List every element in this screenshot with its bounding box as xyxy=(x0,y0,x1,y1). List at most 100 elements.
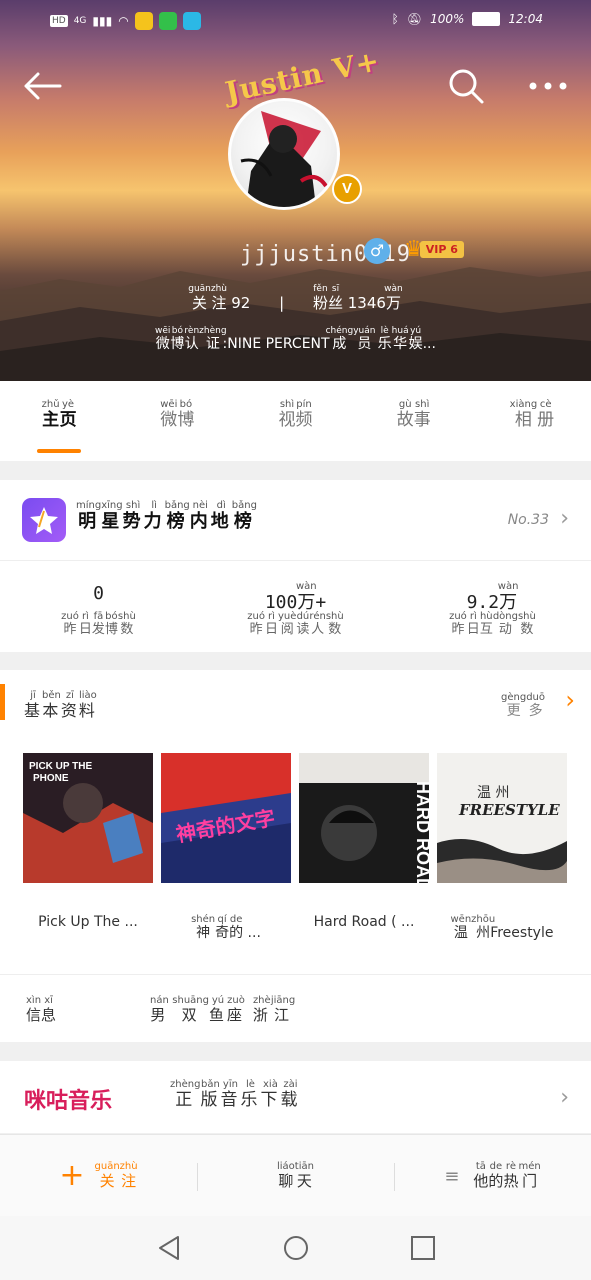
album-cover[interactable]: HARD ROAD xyxy=(299,753,429,883)
info-value: 男nán 双shuāng鱼yú座zuò 浙zhè江jiāng xyxy=(150,995,296,1024)
vip-badge[interactable]: ♛ VIP 6 xyxy=(404,237,464,262)
tab-weibo[interactable]: 微wēi博bó xyxy=(118,381,236,461)
nav-back-icon[interactable] xyxy=(156,1234,182,1262)
svg-text:FREESTYLE: FREESTYLE xyxy=(458,801,560,819)
tab-video[interactable]: 视shì频pín xyxy=(236,381,354,461)
chat-label: 聊liáo天tiān xyxy=(277,1161,314,1190)
verified-info: 微wēi博bó认rèn证zhèng:NINE PERCENT成chéng员yuá… xyxy=(155,326,436,352)
album-cover-image: HARD ROAD xyxy=(299,753,429,883)
ranking-title: 明míng星xīng势shì力lì榜bǎng内nèi地dì榜bǎng xyxy=(76,500,257,532)
follow-stats: 关guān注zhù 92 | 粉fěn丝sī 1346万wàn xyxy=(0,284,591,313)
interactions-count: 9.2万wàn 昨zuó日rì互hù动dòng数shù xyxy=(394,561,591,653)
album-cover-image: 神奇的文字 xyxy=(161,753,291,883)
migu-music-row[interactable]: 咪咕音乐 正zhèng版bǎn音yīn乐lè下xià载zài › xyxy=(0,1061,591,1133)
music-card: 咪咕音乐 正zhèng版bǎn音yīn乐lè下xià载zài › xyxy=(0,1061,591,1133)
status-bar: HD 4G ▮▮▮ ◠ ᛒ 🔕︎ 100% 12:04 xyxy=(0,0,591,44)
chevron-right-icon: › xyxy=(560,506,569,531)
tab-story[interactable]: 故gù事shì xyxy=(355,381,473,461)
male-gender-icon: ♂ xyxy=(364,238,390,264)
bluetooth-icon: ᛒ xyxy=(391,12,399,26)
vip-label: VIP 6 xyxy=(419,240,464,258)
following-count: 92 xyxy=(231,294,251,312)
album-cover[interactable]: 温 州 FREESTYLE xyxy=(437,753,567,883)
migu-music-logo: 咪咕音乐 xyxy=(24,1088,113,1113)
signal-icon: ▮▮▮ xyxy=(92,14,113,28)
interactions-value: 9.2万wàn xyxy=(466,581,519,613)
album-title[interactable]: Pick Up The ... xyxy=(19,914,157,930)
basic-info-title: 基jī本běn资zī料liào xyxy=(24,690,97,720)
album-cover-image: 温 州 FREESTYLE xyxy=(437,753,567,883)
profile-card: 基jī本běn资zī料liào 更gèng多duō › PICK UP THE … xyxy=(0,670,591,1042)
ranking-card: 明míng星xīng势shì力lì榜bǎng内nèi地dì榜bǎng No.33… xyxy=(0,480,591,652)
reads-value: 100万wàn+ xyxy=(264,581,327,613)
battery-icon xyxy=(472,12,501,26)
mute-icon: 🔕︎ xyxy=(406,12,423,26)
ranking-number: No.33 xyxy=(507,512,549,528)
music-albums: PICK UP THE PHONE 神奇的文字 HARD ROAD xyxy=(0,738,591,974)
ranking-row[interactable]: 明míng星xīng势shì力lì榜bǎng内nèi地dì榜bǎng No.33… xyxy=(0,480,591,561)
more-dots-icon xyxy=(529,82,567,90)
album-title[interactable]: Hard Road ( ... xyxy=(295,914,433,930)
album-title[interactable]: 神shén奇qí的de ... xyxy=(157,914,295,942)
basic-info-header[interactable]: 基jī本běn资zī料liào 更gèng多duō › xyxy=(0,670,591,738)
tab-home[interactable]: 主zhǔ页yè xyxy=(0,381,118,461)
avatar-image xyxy=(240,111,328,207)
profile-header: HD 4G ▮▮▮ ◠ ᛒ 🔕︎ 100% 12:04 Justin V+ V … xyxy=(0,0,591,381)
nav-home-icon[interactable] xyxy=(282,1234,310,1262)
album-cover[interactable]: PICK UP THE PHONE xyxy=(23,753,153,883)
profile-tabs: 主zhǔ页yè 微wēi博bó 视shì频pín 故gù事shì 相xiàng册… xyxy=(0,381,591,461)
search-icon xyxy=(449,69,484,104)
search-button[interactable] xyxy=(442,62,490,110)
svg-text:PICK UP THE: PICK UP THE xyxy=(29,761,92,772)
system-nav-bar xyxy=(0,1216,591,1280)
stats-divider: | xyxy=(279,294,285,312)
following-stat[interactable]: 关guān注zhù 92 xyxy=(188,284,251,312)
back-button[interactable] xyxy=(18,62,66,110)
album-title[interactable]: 温wēn州zhōuFreestyle xyxy=(433,914,571,942)
section-accent-bar xyxy=(0,684,5,720)
posts-count: 0 昨zuó日rì发fā博bó数shù xyxy=(0,561,197,653)
info-row: 信xìn息xī 男nán 双shuāng鱼yú座zuò 浙zhè江jiāng xyxy=(0,974,591,1039)
chevron-right-icon: › xyxy=(560,1085,569,1110)
music-title: 正zhèng版bǎn音yīn乐lè下xià载zài xyxy=(170,1079,301,1110)
hot-posts-label: 他tā的de热rè门mén xyxy=(473,1161,541,1190)
info-key: 信xìn息xī xyxy=(26,995,57,1024)
star-rank-icon xyxy=(22,498,66,542)
app-icon-iqiyi xyxy=(158,12,177,30)
posts-label: 昨zuó日rì发fā博bó数shù xyxy=(61,611,136,637)
tab-album[interactable]: 相xiàng册cè xyxy=(473,381,591,461)
network-indicator: 4G xyxy=(73,16,87,26)
chat-button[interactable]: 聊liáo天tiān xyxy=(197,1135,394,1217)
svg-text:温 州: 温 州 xyxy=(477,785,509,801)
plus-icon: + xyxy=(59,1158,85,1193)
posts-value: 0 xyxy=(93,583,104,604)
back-arrow-icon xyxy=(24,72,62,100)
wifi-icon: ◠ xyxy=(118,14,129,28)
verified-v-badge: V xyxy=(332,174,362,204)
battery-percent: 100% xyxy=(430,12,465,26)
menu-icon: ≡ xyxy=(444,1165,460,1187)
bottom-action-bar: + 关guān注zhù 聊liáo天tiān ≡ 他tā的de热rè门mén xyxy=(0,1134,591,1217)
hot-posts-button[interactable]: ≡ 他tā的de热rè门mén xyxy=(394,1135,591,1217)
follow-button[interactable]: + 关guān注zhù xyxy=(0,1135,197,1217)
clock: 12:04 xyxy=(508,12,543,26)
chevron-right-icon[interactable]: › xyxy=(565,686,575,714)
svg-text:HARD ROAD: HARD ROAD xyxy=(413,781,429,883)
avatar-wrapper[interactable]: V xyxy=(228,98,362,210)
app-icon-yellow xyxy=(134,12,153,30)
album-cover-image: PICK UP THE PHONE xyxy=(23,753,153,883)
nav-recents-icon[interactable] xyxy=(410,1235,436,1261)
avatar[interactable] xyxy=(228,98,340,210)
album-cover[interactable]: 神奇的文字 xyxy=(161,753,291,883)
app-icon-video xyxy=(182,12,201,30)
reads-label: 昨zuó日rì阅yuè读dú人rén数shù xyxy=(247,611,344,637)
reads-count: 100万wàn+ 昨zuó日rì阅yuè读dú人rén数shù xyxy=(197,561,394,653)
interactions-label: 昨zuó日rì互hù动dòng数shù xyxy=(449,611,536,637)
follow-label: 关guān注zhù xyxy=(94,1161,138,1190)
weibo-counts: 0 昨zuó日rì发fā博bó数shù 100万wàn+ 昨zuó日rì阅yuè… xyxy=(0,561,591,653)
more-link[interactable]: 更gèng多duō xyxy=(501,692,545,720)
hd-indicator: HD xyxy=(50,15,68,27)
svg-text:PHONE: PHONE xyxy=(33,773,69,784)
followers-stat[interactable]: 粉fěn丝sī 1346万wàn xyxy=(313,284,403,312)
more-button[interactable] xyxy=(524,62,572,110)
